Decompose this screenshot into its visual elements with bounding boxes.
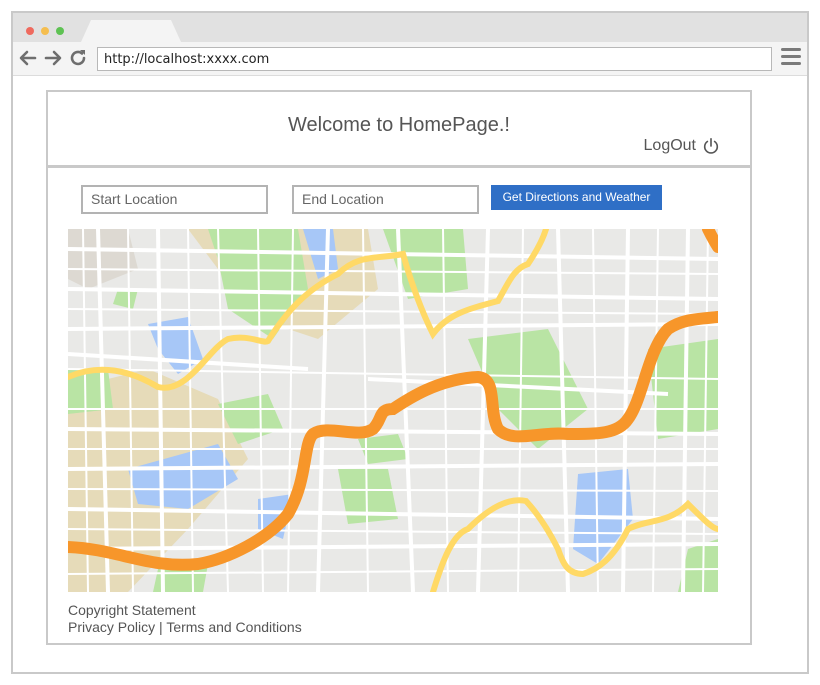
arrow-right-icon[interactable] [43,48,63,68]
footer-separator: | [159,619,163,635]
logout-button[interactable]: LogOut [644,137,720,155]
get-directions-button[interactable]: Get Directions and Weather [491,185,662,210]
page-title: Welcome to HomePage.! [288,114,510,136]
url-input[interactable]: http://localhost:xxxx.com [97,47,772,71]
close-window-dot[interactable] [26,27,34,35]
reload-icon[interactable] [68,48,88,68]
hamburger-menu-icon[interactable] [781,48,801,68]
tab-strip [13,13,807,42]
map-view[interactable] [68,229,718,592]
maximize-window-dot[interactable] [56,27,64,35]
power-icon [703,137,719,154]
page-container: Welcome to HomePage.! LogOut Start Locat… [46,90,752,645]
copyright-statement: Copyright Statement [68,602,196,618]
arrow-left-icon[interactable] [18,48,38,68]
privacy-policy-link[interactable]: Privacy Policy [68,619,155,635]
browser-navbar: http://localhost:xxxx.com [13,42,807,76]
browser-tab[interactable] [81,20,181,42]
page-header: Welcome to HomePage.! LogOut [48,92,750,168]
logout-label: LogOut [643,137,696,154]
start-location-input[interactable]: Start Location [81,185,268,214]
end-location-input[interactable]: End Location [292,185,479,214]
minimize-window-dot[interactable] [41,27,49,35]
terms-link[interactable]: Terms and Conditions [166,619,301,635]
page-footer: Copyright Statement Privacy Policy | Ter… [68,602,302,636]
